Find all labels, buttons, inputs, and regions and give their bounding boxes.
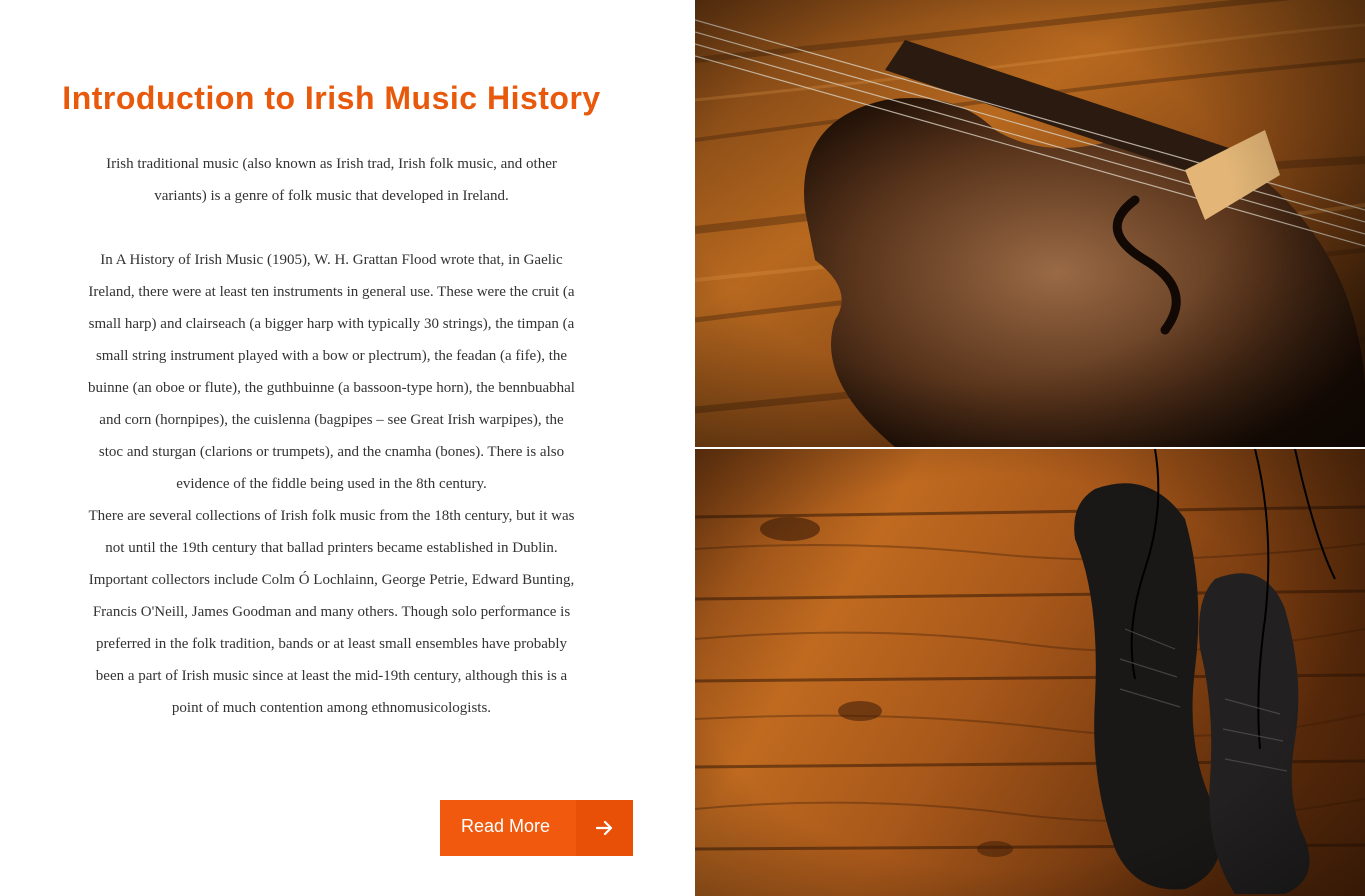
paragraph-collections: There are several collections of Irish f…	[88, 508, 575, 716]
dance-shoes-photo	[695, 449, 1365, 896]
arrow-right-icon	[576, 800, 633, 856]
read-more-button[interactable]: Read More	[440, 800, 633, 856]
paragraph-instruments: In A History of Irish Music (1905), W. H…	[88, 252, 575, 492]
article-body: Irish traditional music (also known as I…	[86, 148, 577, 724]
paragraph-intro: Irish traditional music (also known as I…	[106, 156, 557, 204]
page-title: Introduction to Irish Music History	[62, 80, 601, 116]
violin-photo	[695, 0, 1365, 447]
read-more-label: Read More	[461, 815, 551, 836]
content-panel: Introduction to Irish Music History Iris…	[0, 0, 695, 896]
